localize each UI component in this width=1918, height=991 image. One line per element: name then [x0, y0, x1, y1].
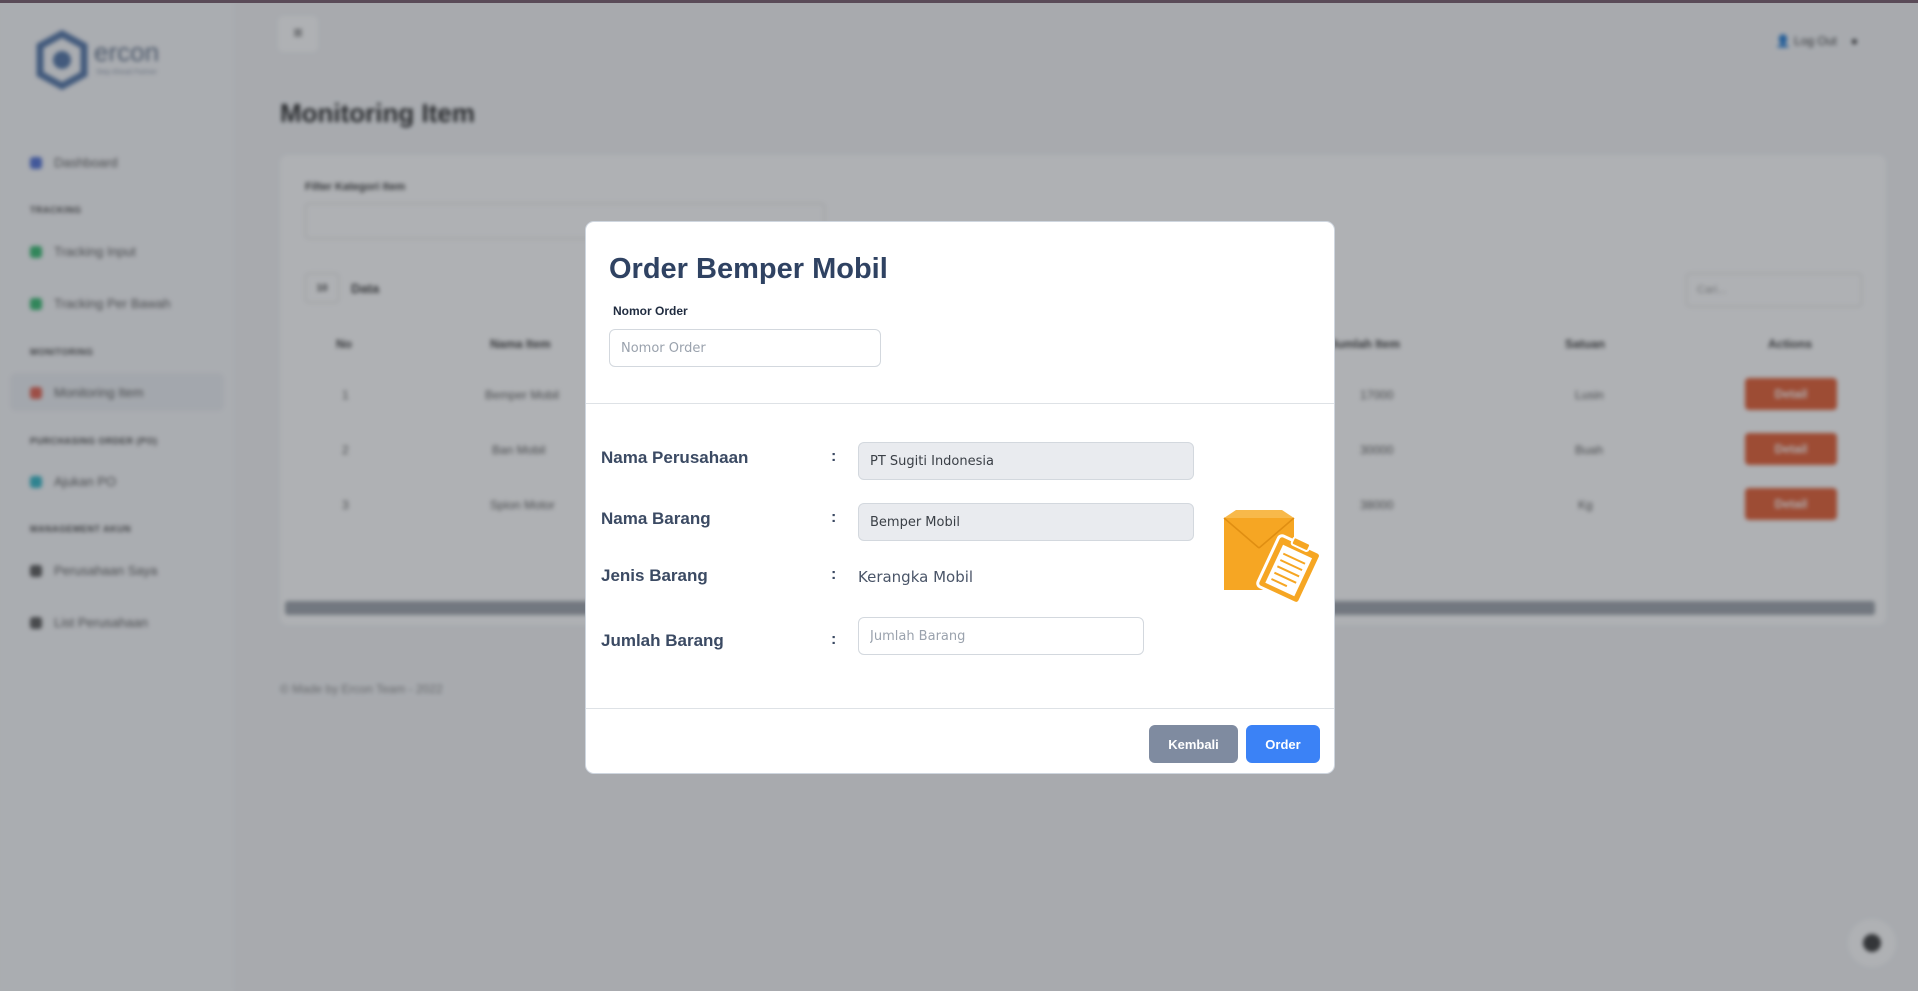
colon: : — [831, 509, 837, 526]
jenis-barang-label: Jenis Barang — [601, 566, 708, 585]
jenis-barang-value: Kerangka Mobil — [858, 568, 974, 586]
nama-barang-label: Nama Barang — [601, 509, 711, 528]
modal-footer-divider — [586, 708, 1334, 709]
kembali-button[interactable]: Kembali — [1149, 725, 1238, 763]
window-top-border — [0, 0, 1918, 3]
nomor-order-label: Nomor Order — [613, 304, 688, 318]
modal-title: Order Bemper Mobil — [609, 253, 888, 285]
nama-perusahaan-field — [858, 442, 1194, 480]
modal-divider — [586, 403, 1334, 404]
colon: : — [831, 448, 837, 465]
nama-barang-field — [858, 503, 1194, 541]
box-clipboard-icon — [1223, 510, 1322, 602]
order-modal: Order Bemper Mobil Nomor Order Nama Peru… — [585, 221, 1335, 774]
nama-perusahaan-label: Nama Perusahaan — [601, 448, 749, 467]
nomor-order-input[interactable] — [609, 329, 881, 367]
order-button[interactable]: Order — [1246, 725, 1320, 763]
colon: : — [831, 631, 837, 648]
colon: : — [831, 566, 837, 583]
jumlah-barang-input[interactable] — [858, 617, 1144, 655]
jumlah-barang-label: Jumlah Barang — [601, 631, 724, 650]
